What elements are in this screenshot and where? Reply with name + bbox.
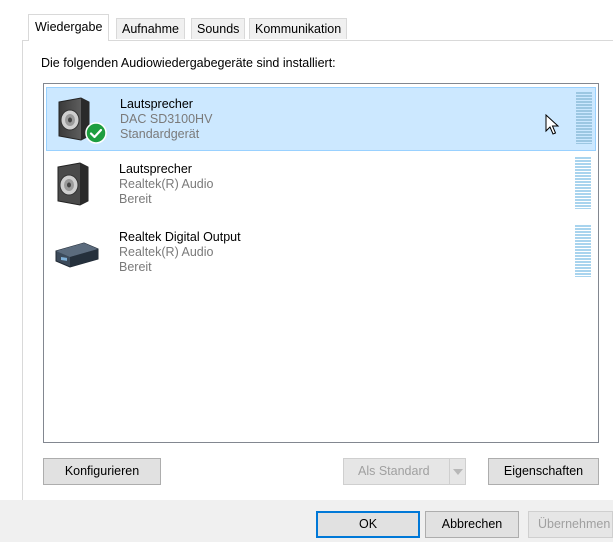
tab-kommunikation[interactable]: Kommunikation [249, 18, 348, 39]
tab-wiedergabe[interactable]: Wiedergabe [28, 14, 110, 41]
mouse-pointer-icon [545, 113, 561, 136]
apply-button: Übernehmen [528, 511, 613, 538]
configure-button[interactable]: Konfigurieren [43, 458, 161, 485]
device-info: Lautsprecher DAC SD3100HV Standardgerät [120, 97, 212, 142]
playback-device-list[interactable]: Lautsprecher DAC SD3100HV Standardgerät … [43, 83, 599, 443]
device-name: Lautsprecher [119, 162, 192, 176]
device-info: Lautsprecher Realtek(R) Audio Bereit [119, 162, 214, 207]
device-status: Standardgerät [120, 127, 200, 141]
device-item-lautsprecher-realtek[interactable]: Lautsprecher Realtek(R) Audio Bereit [46, 153, 596, 217]
device-item-lautsprecher-dac[interactable]: Lautsprecher DAC SD3100HV Standardgerät [46, 87, 596, 151]
set-default-dropdown [449, 459, 465, 484]
device-driver: Realtek(R) Audio [119, 245, 214, 259]
level-meter [575, 225, 591, 277]
device-item-realtek-digital-output[interactable]: Realtek Digital Output Realtek(R) Audio … [46, 221, 596, 285]
default-device-check-icon [85, 122, 107, 144]
ok-button[interactable]: OK [316, 511, 420, 538]
device-status: Bereit [119, 192, 152, 206]
instruction-text: Die folgenden Audiowiedergabegeräte sind… [41, 56, 336, 70]
tab-sounds[interactable]: Sounds [191, 18, 246, 39]
device-driver: Realtek(R) Audio [119, 177, 214, 191]
speaker-icon [54, 161, 98, 207]
chevron-down-icon [453, 469, 463, 475]
level-meter [575, 157, 591, 209]
device-name: Realtek Digital Output [119, 230, 241, 244]
properties-button[interactable]: Eigenschaften [488, 458, 599, 485]
tab-aufnahme[interactable]: Aufnahme [116, 18, 185, 39]
device-info: Realtek Digital Output Realtek(R) Audio … [119, 230, 241, 275]
device-status: Bereit [119, 260, 152, 274]
digital-output-icon [54, 229, 99, 275]
device-driver: DAC SD3100HV [120, 112, 213, 126]
set-default-label: Als Standard [358, 464, 430, 478]
level-meter [576, 92, 592, 144]
cancel-button[interactable]: Abbrechen [425, 511, 519, 538]
set-default-split-button: Als Standard [343, 458, 466, 485]
device-name: Lautsprecher [120, 97, 193, 111]
